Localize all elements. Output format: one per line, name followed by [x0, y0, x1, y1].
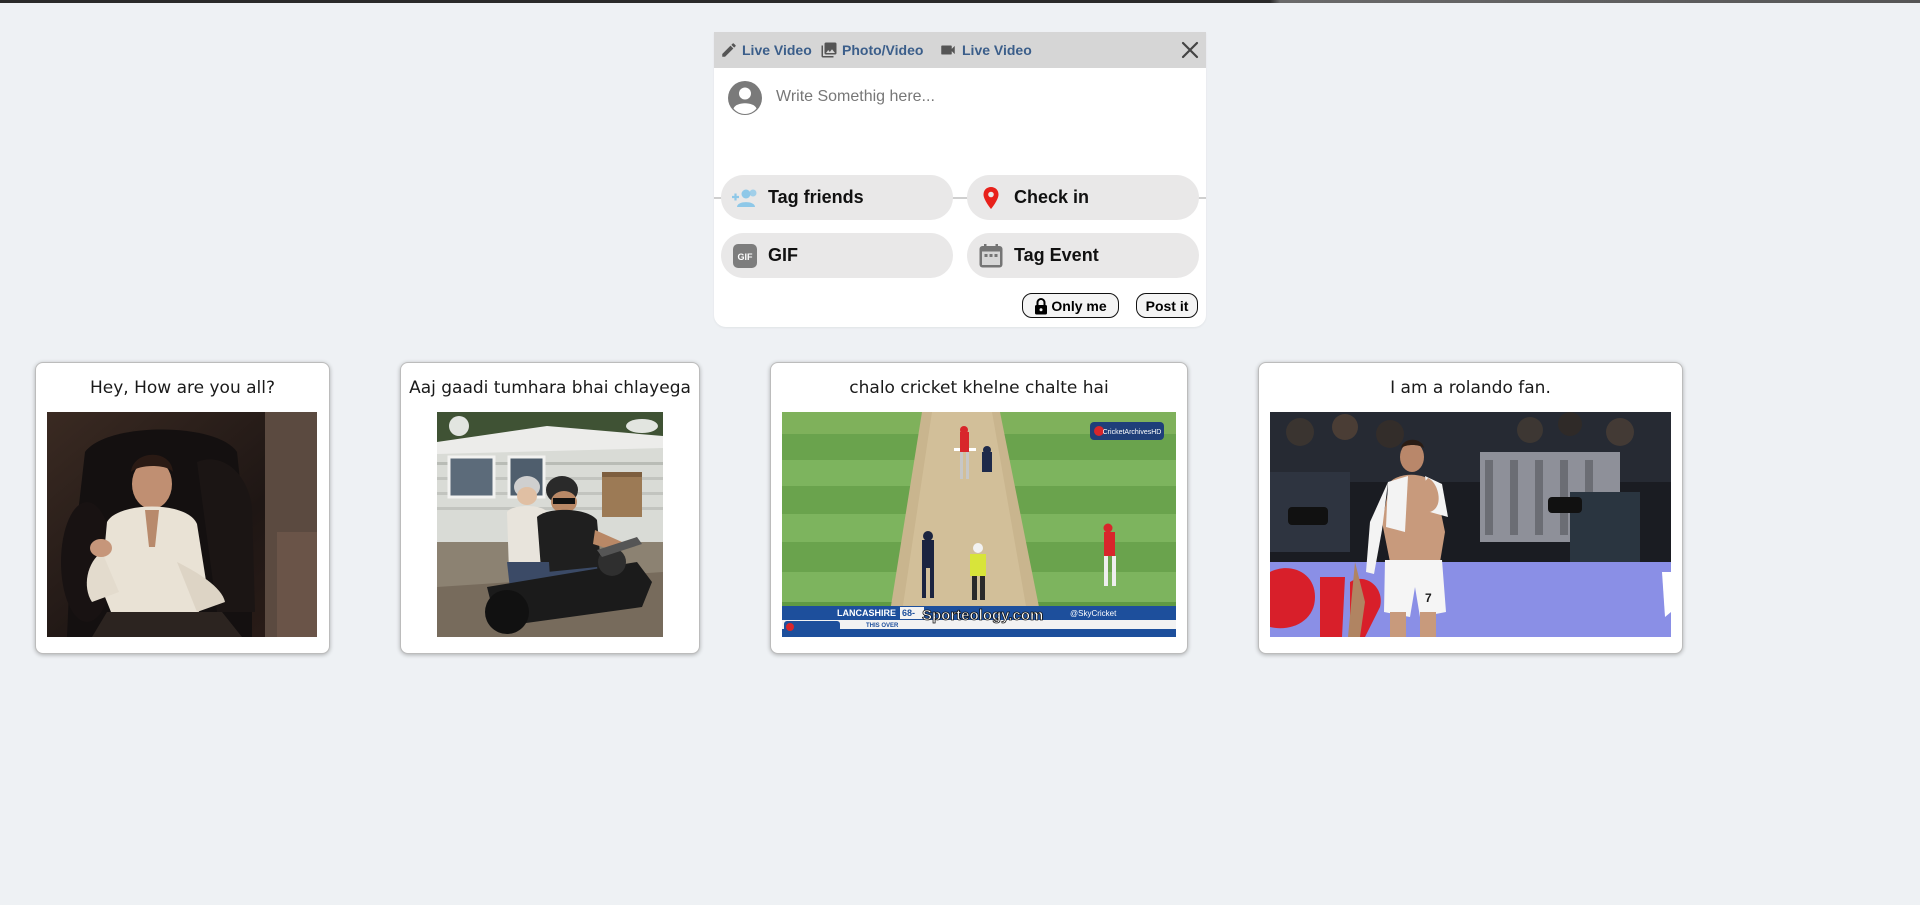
gif-label: GIF — [768, 245, 798, 265]
post-gif-image: 7 — [1270, 412, 1671, 637]
post-card: I am a rolando fan. 7 — [1258, 362, 1683, 654]
scoreboard-over-text: THIS OVER — [866, 623, 899, 629]
privacy-button[interactable]: Only me — [1022, 293, 1119, 318]
post-text-input[interactable] — [776, 82, 1176, 112]
tag-friends-button[interactable]: Tag friends — [721, 175, 953, 220]
tag-friends-label: Tag friends — [768, 187, 864, 207]
check-in-label: Check in — [1014, 187, 1090, 207]
scoreboard-score-text: 68- — [902, 608, 915, 618]
post-gif-image — [47, 412, 317, 637]
post-card: chalo cricket khelne chalte hai CricketA… — [770, 362, 1188, 654]
post-card: Aaj gaadi tumhara bhai chlayega — [400, 362, 700, 654]
privacy-label: Only me — [1051, 297, 1107, 314]
svg-text:GIF: GIF — [738, 252, 754, 262]
photo-video-option[interactable]: Photo/Video — [820, 41, 923, 59]
account-circle-icon — [727, 80, 763, 116]
video-camera-icon — [941, 45, 955, 55]
post-button-label: Post it — [1145, 297, 1189, 314]
composer-header: Live Video Photo/Video Live Video — [714, 32, 1206, 68]
post-card: Hey, How are you all? — [35, 362, 330, 654]
post-composer: Live Video Photo/Video Live Video Write … — [714, 32, 1206, 327]
photo-video-label: Photo/Video — [842, 42, 924, 58]
tag-event-label: Tag Event — [1014, 245, 1099, 265]
sporteology-watermark: Sporteology.com — [922, 607, 1043, 624]
pencil-icon — [722, 43, 736, 57]
close-button[interactable] — [1177, 37, 1203, 63]
browser-top-edge — [0, 0, 1920, 3]
cricket-archives-logo-text: CricketArchivesHD — [1103, 429, 1162, 436]
photo-icon — [821, 42, 837, 58]
scoreboard-handle-text: @SkyCricket — [1070, 609, 1117, 618]
post-gif-image — [437, 412, 663, 637]
lock-icon — [1035, 297, 1048, 314]
post-caption: I am a rolando fan. — [1390, 378, 1551, 398]
tag-event-button[interactable]: Tag Event — [967, 233, 1199, 278]
post-caption: chalo cricket khelne chalte hai — [849, 378, 1109, 398]
close-icon — [1181, 41, 1199, 59]
people-add-icon — [731, 184, 759, 212]
gif-button[interactable]: GIF GIF — [721, 233, 953, 278]
live-video-option[interactable]: Live Video — [720, 41, 812, 59]
svg-text:7: 7 — [1425, 591, 1432, 605]
live-video-label: Live Video — [742, 42, 812, 58]
live-video-camera-label: Live Video — [962, 42, 1032, 58]
post-caption: Hey, How are you all? — [89, 378, 276, 398]
post-button[interactable]: Post it — [1136, 293, 1198, 318]
live-video-camera-option[interactable]: Live Video — [938, 41, 1032, 59]
calendar-icon — [977, 242, 1005, 270]
check-in-button[interactable]: Check in — [967, 175, 1199, 220]
scoreboard-team-text: LANCASHIRE — [837, 608, 896, 618]
post-gif-image: CricketArchivesHD LANCASHIRE 68- @SkyCri… — [782, 412, 1176, 637]
gif-icon: GIF — [731, 242, 759, 270]
location-pin-icon — [977, 184, 1005, 212]
post-caption: Aaj gaadi tumhara bhai chlayega — [409, 378, 691, 398]
